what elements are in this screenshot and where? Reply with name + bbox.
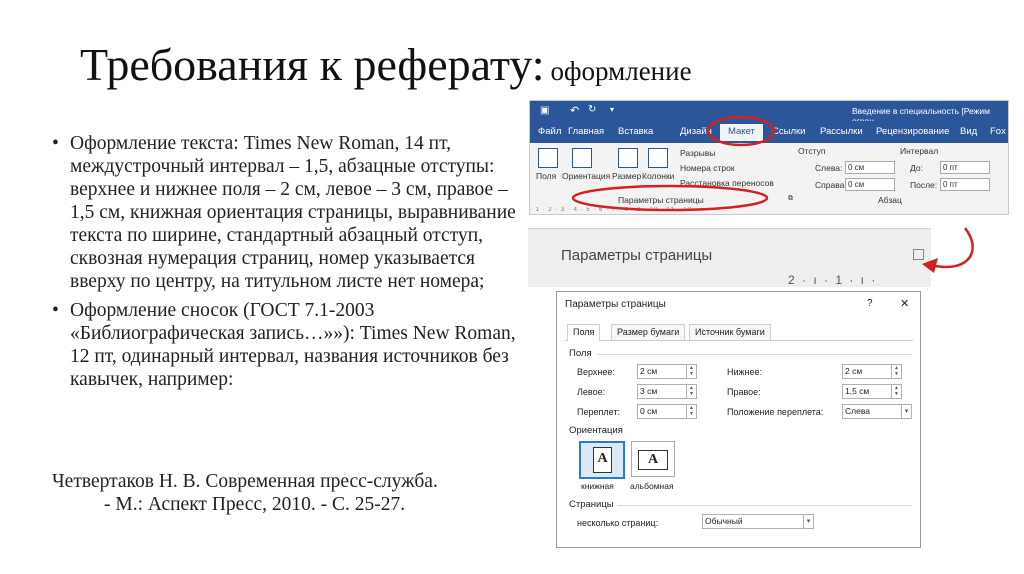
section-pages: Страницы	[569, 499, 614, 510]
tab-margins[interactable]: Поля	[567, 324, 601, 341]
bottom-margin-input[interactable]: 2 см ▲ ▼	[842, 364, 902, 379]
multiple-pages-select[interactable]: Обычный ▾	[702, 514, 814, 529]
right-margin-label: Правое:	[727, 387, 761, 397]
landscape-label: альбомная	[630, 481, 674, 491]
gutter-position-value: Слева	[845, 406, 870, 416]
portrait-label: книжная	[581, 481, 614, 491]
left-margin-value: 3 см	[640, 386, 658, 396]
tab-paper-source[interactable]: Источник бумаги	[689, 324, 771, 340]
spinner-icon[interactable]: ▲ ▼	[686, 365, 696, 378]
dialog-title: Параметры страницы	[565, 299, 666, 310]
help-icon[interactable]: ?	[867, 298, 873, 309]
dialog-tabs: Поля Размер бумаги Источник бумаги	[565, 324, 913, 341]
gutter-value: 0 см	[640, 406, 658, 416]
section-orientation: Ориентация	[569, 425, 623, 436]
highlight-ellipse-page-setup	[571, 184, 769, 212]
portrait-option[interactable]: A	[579, 441, 625, 479]
right-margin-input[interactable]: 1,5 см ▲ ▼	[842, 384, 902, 399]
top-margin-label: Верхнее:	[577, 367, 615, 377]
multiple-pages-label: несколько страниц:	[577, 518, 659, 528]
top-margin-value: 2 см	[640, 366, 658, 376]
page-setup-dialog: Параметры страницы ? ✕ Поля Размер бумаг…	[556, 291, 921, 548]
top-margin-input[interactable]: 2 см ▲ ▼	[637, 364, 697, 379]
left-margin-input[interactable]: 3 см ▲ ▼	[637, 384, 697, 399]
chevron-down-icon[interactable]: ▾	[803, 515, 813, 528]
landscape-page-icon: A	[638, 450, 668, 470]
chevron-down-icon[interactable]: ▾	[901, 405, 911, 418]
left-margin-label: Левое:	[577, 387, 606, 397]
tab-paper-size[interactable]: Размер бумаги	[611, 324, 686, 340]
gutter-input[interactable]: 0 см ▲ ▼	[637, 404, 697, 419]
divider	[617, 505, 912, 506]
spinner-icon[interactable]: ▲ ▼	[891, 365, 901, 378]
bottom-margin-label: Нижнее:	[727, 367, 763, 377]
right-margin-value: 1,5 см	[845, 386, 870, 396]
gutter-position-select[interactable]: Слева ▾	[842, 404, 912, 419]
landscape-option[interactable]: A	[631, 441, 675, 477]
section-margins: Поля	[569, 348, 592, 359]
divider	[597, 354, 912, 355]
spinner-icon[interactable]: ▲ ▼	[891, 385, 901, 398]
spinner-icon[interactable]: ▲ ▼	[686, 405, 696, 418]
close-icon[interactable]: ✕	[900, 297, 909, 310]
arrow-head-icon	[922, 258, 938, 273]
gutter-position-label: Положение переплета:	[727, 407, 824, 417]
highlight-ellipse-layout-tab	[706, 115, 776, 147]
gutter-label: Переплет:	[577, 407, 620, 417]
portrait-page-icon: A	[593, 447, 612, 473]
spinner-icon[interactable]: ▲ ▼	[686, 385, 696, 398]
multiple-pages-value: Обычный	[705, 516, 743, 526]
arrow-curve	[934, 227, 974, 269]
bottom-margin-value: 2 см	[845, 366, 863, 376]
